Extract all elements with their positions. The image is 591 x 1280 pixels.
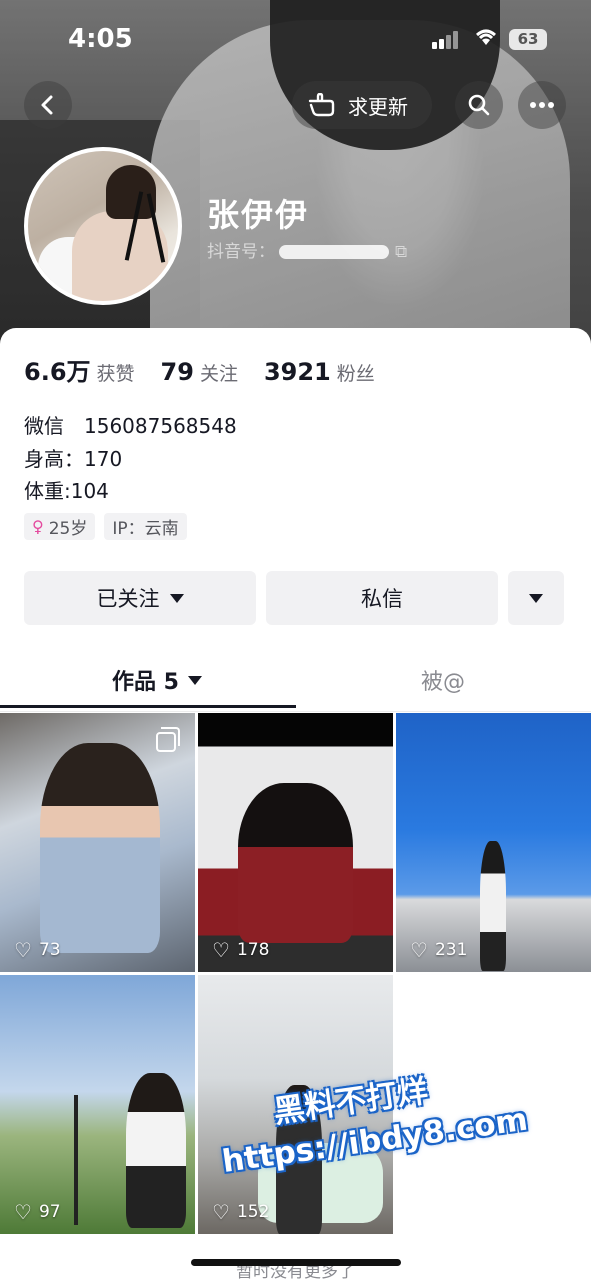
search-button[interactable]: [455, 81, 503, 129]
profile-stats: 6.6万 获赞 79 关注 3921 粉丝: [24, 352, 401, 387]
profile-name: 张伊伊: [207, 196, 310, 234]
tab-mentions[interactable]: 被@: [421, 664, 465, 696]
stat-label: 关注: [199, 363, 238, 385]
age-tag: ♀ 25岁: [24, 513, 96, 540]
like-count: ♡ 231: [410, 940, 467, 960]
ip-label: IP：云南: [112, 519, 179, 539]
like-count: ♡ 73: [14, 940, 61, 960]
profile-tags: ♀ 25岁 IP：云南: [24, 513, 187, 540]
heart-outline-icon: ♡: [14, 938, 32, 962]
like-count: ♡ 97: [14, 1202, 61, 1222]
back-button[interactable]: [24, 81, 72, 129]
tab-works-label: 作品 5: [112, 670, 179, 695]
ip-location-tag: IP：云南: [104, 513, 187, 540]
more-dots-icon: [530, 102, 554, 108]
heart-outline-icon: ♡: [14, 1200, 32, 1224]
stat-followers[interactable]: 3921 粉丝: [264, 358, 375, 386]
bio-line: 微信 156087568548: [24, 414, 237, 438]
stat-label: 获赞: [96, 363, 135, 385]
stat-value: 6.6万: [24, 358, 91, 386]
request-update-button[interactable]: 求更新: [292, 81, 432, 129]
avatar[interactable]: [24, 147, 182, 305]
like-count-value: 73: [38, 940, 61, 960]
like-count-value: 152: [236, 1202, 270, 1222]
redacted-id-mask: [279, 245, 389, 259]
like-count-value: 178: [236, 940, 270, 960]
stat-following[interactable]: 79 关注: [161, 358, 238, 386]
age-label: 25岁: [48, 519, 88, 539]
home-indicator[interactable]: [191, 1259, 401, 1266]
search-icon: [468, 94, 490, 116]
multi-image-icon: [156, 727, 180, 752]
more-options-button[interactable]: [518, 81, 566, 129]
stat-label: 粉丝: [336, 363, 375, 385]
heart-outline-icon: ♡: [410, 938, 428, 962]
tab-works[interactable]: 作品 5: [112, 664, 202, 696]
recommend-dropdown-button[interactable]: [508, 571, 564, 625]
video-thumbnail[interactable]: ♡ 231: [396, 713, 591, 972]
heart-outline-icon: ♡: [212, 1200, 230, 1224]
like-count: ♡ 178: [212, 940, 269, 960]
like-count-value: 97: [38, 1202, 61, 1222]
bio-line: 体重:104: [24, 479, 109, 503]
battery-indicator: 63: [509, 29, 547, 50]
profile-bio: 微信 156087568548 身高：170 体重:104: [24, 410, 237, 508]
action-buttons: 已关注 私信: [24, 571, 564, 625]
bio-line: 身高：170: [24, 446, 123, 471]
pointing-hand-icon: [308, 93, 335, 117]
copy-icon[interactable]: ⧉: [395, 242, 407, 262]
request-update-label: 求更新: [348, 94, 408, 119]
status-bar: 4:05 63: [0, 0, 591, 80]
video-thumbnail[interactable]: ♡ 73: [0, 713, 195, 972]
stat-value: 79: [160, 358, 194, 386]
content-tabs: 作品 5 被@: [0, 652, 591, 712]
female-icon: ♀: [32, 517, 44, 536]
video-thumbnail[interactable]: ♡ 178: [198, 713, 393, 972]
caret-down-icon: [169, 593, 184, 603]
status-time: 4:05: [68, 24, 133, 54]
wifi-icon: [474, 27, 498, 53]
like-count-value: 231: [434, 940, 468, 960]
video-thumbnail[interactable]: ♡ 97: [0, 975, 195, 1234]
active-tab-indicator: [0, 705, 296, 708]
like-count: ♡ 152: [212, 1202, 269, 1222]
direct-message-button[interactable]: 私信: [266, 571, 498, 625]
caret-down-icon: [187, 675, 202, 685]
direct-message-label: 私信: [361, 587, 403, 611]
following-button[interactable]: 已关注: [24, 571, 256, 625]
cellular-signal-icon: [432, 31, 458, 49]
caret-down-icon: [529, 593, 543, 603]
stat-value: 3921: [263, 358, 331, 386]
stat-likes[interactable]: 6.6万 获赞: [24, 352, 135, 387]
chevron-left-icon: [41, 95, 53, 115]
heart-outline-icon: ♡: [212, 938, 230, 962]
douyin-id-label: 抖音号：: [207, 242, 275, 262]
following-label: 已关注: [96, 587, 160, 611]
douyin-id: 抖音号： ⧉: [207, 237, 407, 262]
